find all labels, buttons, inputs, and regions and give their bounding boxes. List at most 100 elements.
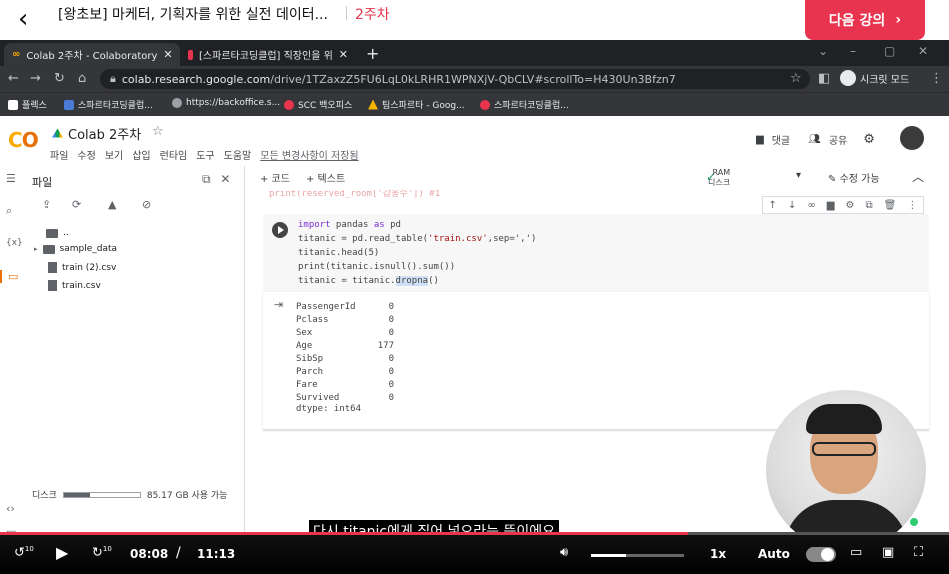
comment-button[interactable]: 댓글 (772, 132, 790, 147)
menu-view[interactable]: 보기 (105, 147, 123, 162)
menu-file[interactable]: 파일 (50, 147, 68, 162)
more-icon[interactable]: ⋮ (907, 200, 917, 211)
menu-runtime[interactable]: 런타임 (160, 147, 188, 162)
minimize-icon[interactable]: – (850, 44, 856, 58)
mount-drive-icon[interactable]: ▲ (108, 198, 122, 212)
sidepanel-icon[interactable]: ◧ (818, 71, 830, 86)
chevron-down-icon[interactable]: ▾ (796, 170, 801, 181)
output-icon[interactable]: ⇥ (274, 298, 283, 311)
volume-slider[interactable] (591, 554, 684, 557)
more-icon[interactable]: ⋮ (930, 71, 943, 86)
speed-button[interactable]: 1x (710, 547, 726, 561)
menu-tools[interactable]: 도구 (196, 147, 214, 162)
refresh-icon[interactable]: ⟳ (72, 198, 86, 212)
bookmark-item[interactable]: 스파르타코딩클럽... (480, 98, 569, 111)
restore-icon[interactable]: ▢ (884, 44, 895, 58)
chevron-down-icon[interactable]: ⌄ (818, 44, 828, 58)
variables-icon[interactable]: {x} (6, 238, 23, 248)
toc-icon[interactable]: ☰ (6, 172, 16, 185)
delete-icon[interactable]: 🗑︎ (884, 200, 897, 211)
close-icon[interactable]: ✕ (220, 172, 230, 186)
bookmark-item[interactable]: https://backoffice.s... (172, 98, 280, 108)
theater-mode-icon[interactable]: ▣ (882, 545, 894, 560)
back-arrow-icon[interactable]: ‹ (18, 6, 46, 34)
run-cell-button[interactable] (272, 222, 288, 238)
subtitles-icon[interactable]: ▭ (850, 545, 862, 560)
bookmark-item[interactable]: SCC 백오피스 (284, 98, 352, 111)
gear-icon[interactable]: ⚙ (863, 132, 875, 147)
tree-item-parent[interactable]: .. (46, 228, 69, 238)
live-indicator (910, 518, 918, 526)
time-separator: / (176, 545, 181, 561)
output-row-name: Pclass (296, 315, 329, 325)
new-tab-icon[interactable]: + (366, 44, 379, 63)
saved-status[interactable]: 모든 변경사항이 저장됨 (260, 147, 358, 162)
menu-insert[interactable]: 삽입 (132, 147, 150, 162)
notebook-title[interactable]: Colab 2주차 (52, 124, 141, 143)
ram-label: RAM (712, 168, 731, 177)
bookmark-star-icon[interactable]: ☆ (790, 71, 802, 86)
search-icon[interactable]: ⌕ (6, 204, 12, 218)
star-icon[interactable]: ☆ (152, 124, 164, 139)
avatar[interactable] (900, 126, 924, 150)
forward-10-icon[interactable]: ↻10 (92, 545, 112, 560)
edit-mode[interactable]: ✎ 수정 가능 (828, 170, 880, 185)
code-snippets-icon[interactable]: ‹› (6, 502, 15, 515)
video-player[interactable]: ∞ Colab 2주차 - Colaboratory ✕ [스파르타코딩클럽] … (0, 40, 949, 574)
chevron-right-icon: › (895, 12, 902, 28)
link-icon[interactable]: ∞ (807, 200, 815, 211)
resource-monitor[interactable]: RAM 디스크 (708, 168, 730, 188)
gear-icon[interactable]: ⚙ (845, 200, 854, 211)
incognito-indicator[interactable]: 시크릿 모드 (840, 70, 909, 86)
back-icon[interactable]: ← (8, 71, 19, 86)
quality-button[interactable]: Auto (758, 547, 790, 561)
divider (346, 6, 347, 20)
next-lecture-label: 다음 강의 (828, 13, 886, 29)
notebook-title-text: Colab 2주차 (68, 128, 142, 143)
bookmark-item[interactable]: 플렉스 (8, 98, 47, 111)
instructor-webcam (766, 390, 926, 550)
rewind-10-icon[interactable]: ↺10 (14, 545, 34, 560)
close-icon[interactable]: ✕ (163, 48, 172, 61)
comment-icon[interactable]: ▆ (756, 134, 764, 145)
reload-icon[interactable]: ↻ (54, 71, 65, 86)
fullscreen-icon[interactable]: ⛶ (914, 545, 923, 560)
folder-icon[interactable]: ▭ (0, 270, 18, 283)
bookmark-item[interactable]: 팀스파르타 - Goog... (368, 98, 465, 111)
add-code-button[interactable]: + 코드 (260, 170, 290, 185)
share-button[interactable]: 공유 (829, 132, 847, 147)
close-window-icon[interactable]: ✕ (918, 44, 928, 58)
arrow-down-icon[interactable]: ↓ (788, 200, 796, 211)
autoplay-toggle[interactable] (806, 547, 836, 562)
prev-cell: print(reserved_room['갑옹수']) #1 (263, 190, 929, 200)
play-icon[interactable]: ▶ (56, 543, 68, 562)
arrow-up-icon[interactable]: ↑ (769, 200, 777, 211)
next-lecture-button[interactable]: 다음 강의 › (805, 0, 925, 40)
url-input[interactable]: 🔒︎ colab.research.google.com/drive/1TZax… (100, 69, 810, 89)
mirror-icon[interactable]: ⧉ (865, 200, 872, 211)
add-text-button[interactable]: + 텍스트 (306, 170, 345, 185)
chevron-up-icon[interactable]: ︿ (912, 168, 924, 185)
tree-item-file[interactable]: train (2).csv (48, 262, 116, 273)
volume-icon[interactable]: 🔊︎ (560, 545, 568, 560)
forward-icon[interactable]: → (30, 71, 41, 86)
output-row: Survived (296, 393, 339, 403)
menu-help[interactable]: 도움말 (224, 147, 252, 162)
tab-sparta[interactable]: [스파르타코딩클럽] 직장인을 위 ✕ (180, 43, 356, 66)
share-icon[interactable]: 👥︎ (808, 134, 821, 145)
upload-icon[interactable]: ⇪ (42, 198, 56, 212)
address-bar: ← → ↻ ⌂ 🔒︎ colab.research.google.com/dri… (0, 66, 949, 92)
hide-icon[interactable]: ⊘ (142, 198, 156, 212)
menu-edit[interactable]: 수정 (77, 147, 95, 162)
open-tab-icon[interactable]: ⧉ (202, 172, 211, 186)
tree-item-file[interactable]: train.csv (48, 280, 101, 291)
bookmark-item[interactable]: 스파르타코딩클럽... (64, 98, 153, 111)
close-icon[interactable]: ✕ (339, 48, 348, 61)
comment-icon[interactable]: ▆ (827, 200, 835, 211)
colab-logo-icon[interactable]: CO (8, 128, 39, 152)
close-icon[interactable]: ✕ (926, 516, 934, 527)
code-line: titanic = titanic.dropna() (298, 276, 439, 286)
tree-item-sample-data[interactable]: ▸ sample_data (34, 244, 117, 254)
tab-colab[interactable]: ∞ Colab 2주차 - Colaboratory ✕ (4, 43, 180, 66)
home-icon[interactable]: ⌂ (78, 71, 86, 86)
